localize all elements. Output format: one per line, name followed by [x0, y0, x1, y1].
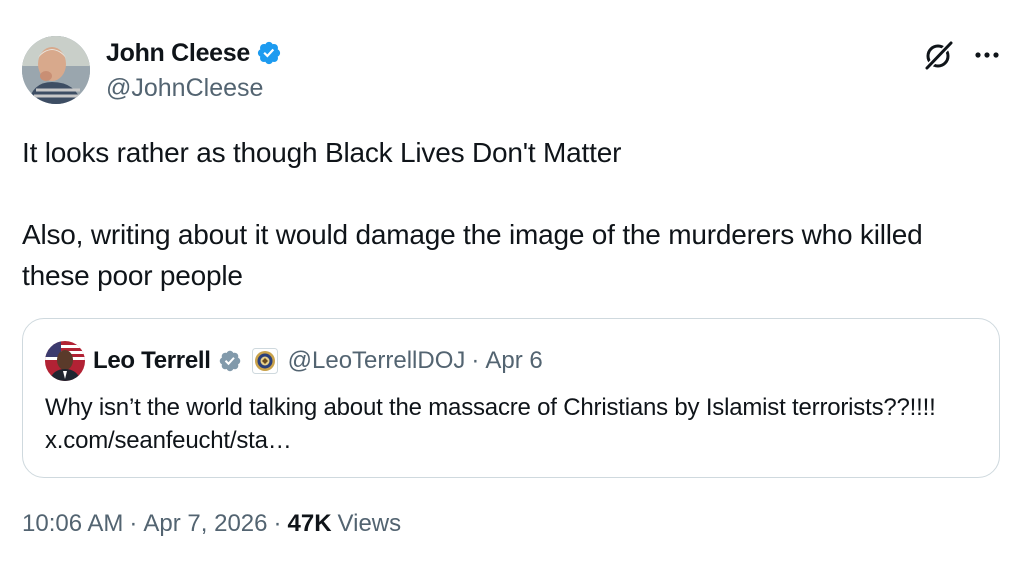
tweet: John Cleese @JohnCleese It looks rather …: [0, 0, 1023, 568]
quoted-post-date[interactable]: Apr 6: [485, 347, 542, 375]
author-avatar[interactable]: [22, 36, 90, 104]
post-paragraph-1: It looks rather as though Black Lives Do…: [22, 137, 622, 168]
post-meta: 10:06 AM · Apr 7, 2026 · 47K Views: [22, 510, 401, 538]
quoted-author-avatar[interactable]: [45, 341, 85, 381]
grok-icon[interactable]: [922, 38, 956, 72]
doj-seal-icon[interactable]: [251, 348, 278, 374]
quoted-author-name[interactable]: Leo Terrell: [93, 347, 211, 375]
separator-dot: ·: [129, 510, 138, 537]
quoted-post-text: Why isn’t the world talking about the ma…: [45, 394, 936, 454]
verified-badge-icon[interactable]: [218, 349, 242, 373]
post-date[interactable]: Apr 7, 2026: [143, 510, 267, 538]
author-handle[interactable]: @JohnCleese: [106, 74, 263, 103]
views-count[interactable]: 47K: [288, 510, 332, 538]
separator-dot: ·: [273, 510, 282, 537]
post-text: It looks rather as though Black Lives Do…: [22, 132, 982, 296]
quoted-post-header: Leo Terrell @LeoTerrellDOJ · Apr 6: [93, 345, 543, 377]
verified-badge-icon[interactable]: [256, 40, 282, 66]
author-display-name[interactable]: John Cleese: [106, 39, 250, 68]
post-time[interactable]: 10:06 AM: [22, 510, 123, 538]
separator-dot: ·: [471, 347, 480, 374]
post-paragraph-2: Also, writing about it would damage the …: [22, 219, 923, 291]
quoted-author-handle[interactable]: @LeoTerrellDOJ: [288, 347, 466, 375]
quoted-post-card[interactable]: Leo Terrell @LeoTerrellDOJ · Apr 6 Why i…: [22, 318, 1000, 478]
views-label: Views: [337, 510, 402, 537]
more-horizontal-icon[interactable]: [972, 40, 1002, 70]
author-name-row: John Cleese: [106, 38, 282, 68]
